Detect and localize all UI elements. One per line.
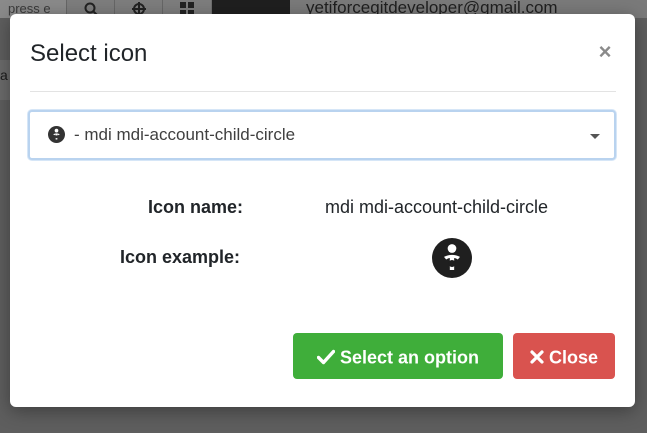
background-left-fragment: a <box>0 60 10 100</box>
close-button[interactable]: Close <box>513 333 615 379</box>
chevron-down-icon <box>590 134 600 139</box>
modal-close-icon[interactable]: × <box>594 39 616 65</box>
icon-example-label: Icon example: <box>120 247 241 267</box>
select-selected-value: - mdi mdi-account-child-circle <box>74 125 296 144</box>
icon-name-label: Icon name: <box>148 197 244 217</box>
select-icon-modal: Select icon × - mdi mdi-account-child-ci… <box>10 14 635 407</box>
close-icon <box>530 350 544 364</box>
icon-select-dropdown[interactable]: - mdi mdi-account-child-circle <box>28 110 616 160</box>
account-child-circle-icon <box>48 126 65 143</box>
account-child-circle-example-icon <box>432 238 472 278</box>
header-divider <box>30 91 616 92</box>
icon-name-value: mdi mdi-account-child-circle <box>325 197 549 217</box>
select-option-button[interactable]: Select an option <box>293 333 503 379</box>
close-button-label: Close <box>548 347 599 368</box>
modal-title: Select icon <box>30 40 148 67</box>
select-option-button-label: Select an option <box>339 347 480 368</box>
check-icon <box>316 350 335 365</box>
